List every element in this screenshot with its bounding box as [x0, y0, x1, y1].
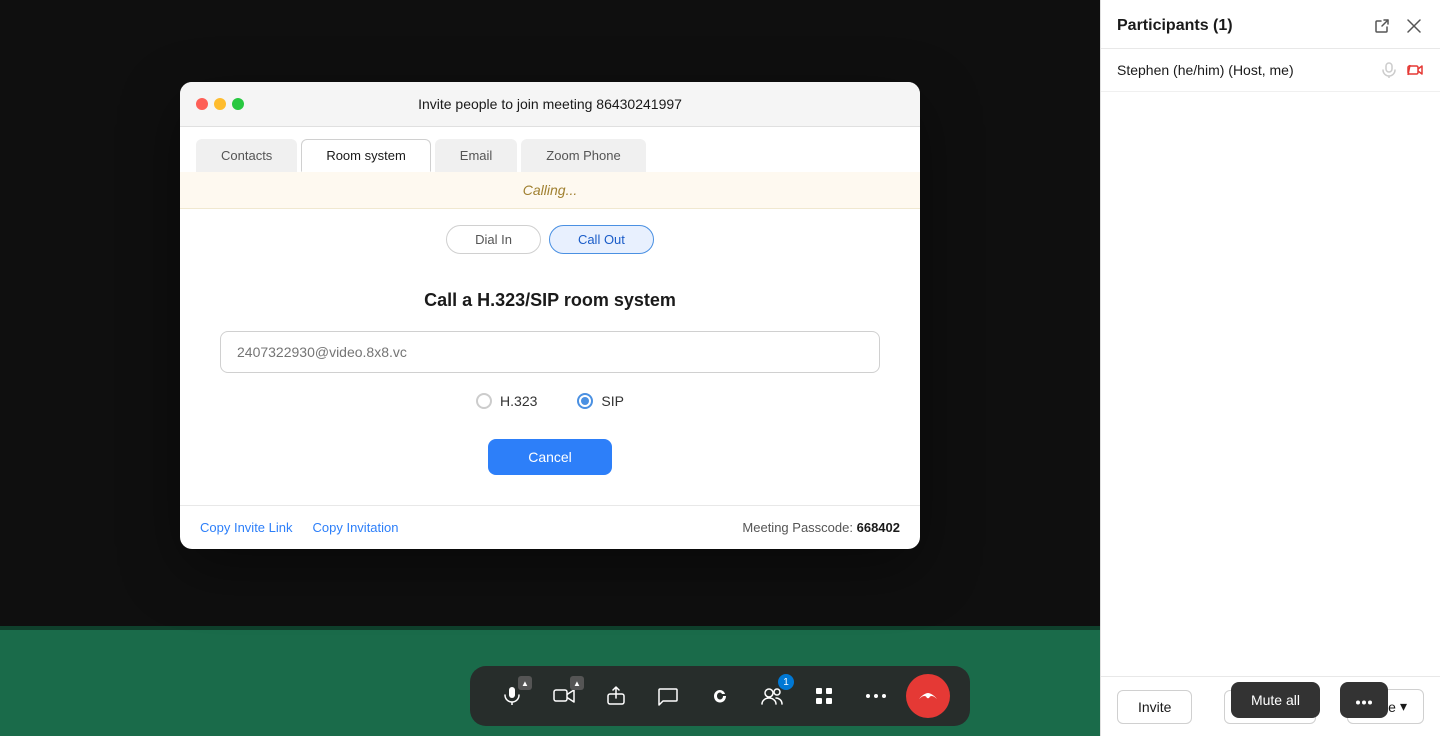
apps-btn[interactable] [802, 674, 846, 718]
copy-invite-link[interactable]: Copy Invite Link [200, 520, 293, 535]
tab-contacts[interactable]: Contacts [196, 139, 297, 172]
minimize-traffic-light[interactable] [214, 98, 226, 110]
panel-header-icons [1372, 16, 1424, 36]
invite-button[interactable]: Invite [1117, 690, 1192, 724]
panel-header: Participants (1) [1101, 0, 1440, 49]
traffic-lights [196, 98, 244, 110]
modal-body: Call a H.323/SIP room system H.323 SIP C… [180, 270, 920, 505]
participant-name: Stephen (he/him) (Host, me) [1117, 62, 1294, 78]
share-btn[interactable] [594, 674, 638, 718]
tab-room-system[interactable]: Room system [301, 139, 430, 172]
chat-btn[interactable] [646, 674, 690, 718]
more-horiz-btn[interactable] [854, 674, 898, 718]
maximize-traffic-light[interactable] [232, 98, 244, 110]
mute-btn[interactable]: ▲ [490, 674, 534, 718]
close-traffic-light[interactable] [196, 98, 208, 110]
modal-footer: Copy Invite Link Copy Invitation Meeting… [180, 505, 920, 549]
participant-item: Stephen (he/him) (Host, me) [1101, 49, 1440, 92]
radio-group: H.323 SIP [476, 393, 624, 409]
end-call-btn[interactable] [906, 674, 950, 718]
invite-modal: Invite people to join meeting 8643024199… [180, 82, 920, 549]
more-bottom-btn[interactable] [1340, 682, 1388, 718]
modal-titlebar: Invite people to join meeting 8643024199… [180, 82, 920, 127]
copy-invitation[interactable]: Copy Invitation [313, 520, 399, 535]
calling-banner: Calling... [180, 172, 920, 209]
modal-overlay: Invite people to join meeting 8643024199… [0, 0, 1100, 630]
modal-title: Invite people to join meeting 8643024199… [418, 96, 682, 112]
sip-address-input[interactable] [220, 331, 880, 373]
chevron-down-icon: ▾ [1400, 698, 1407, 715]
close-panel-icon[interactable] [1404, 16, 1424, 36]
panel-title: Participants (1) [1117, 17, 1233, 35]
radio-h323[interactable]: H.323 [476, 393, 537, 409]
modal-tabs: Contacts Room system Email Zoom Phone [180, 127, 920, 172]
cancel-button[interactable]: Cancel [488, 439, 612, 475]
video-btn[interactable]: ▲ [542, 674, 586, 718]
participants-panel: Participants (1) Stephen (he/him) (Host,… [1100, 0, 1440, 736]
participant-icons [1380, 61, 1424, 79]
tab-email[interactable]: Email [435, 139, 518, 172]
participants-badge: 1 [778, 674, 794, 690]
sub-tab-call-out[interactable]: Call Out [549, 225, 654, 254]
passcode-value: 668402 [857, 520, 900, 535]
radio-sip[interactable]: SIP [577, 393, 624, 409]
mute-arrow[interactable]: ▲ [518, 676, 532, 690]
reactions-btn[interactable] [698, 674, 742, 718]
participant-mic-icon [1380, 61, 1398, 79]
mute-all-bottom-btn[interactable]: Mute all [1231, 682, 1320, 718]
tab-zoom-phone[interactable]: Zoom Phone [521, 139, 645, 172]
external-link-icon[interactable] [1372, 16, 1392, 36]
sub-tab-dial-in[interactable]: Dial In [446, 225, 541, 254]
radio-circle-sip [577, 393, 593, 409]
sub-tabs: Dial In Call Out [180, 209, 920, 270]
passcode-section: Meeting Passcode: 668402 [742, 520, 900, 535]
video-arrow[interactable]: ▲ [570, 676, 584, 690]
participant-video-icon [1406, 61, 1424, 79]
footer-links: Copy Invite Link Copy Invitation [200, 520, 399, 535]
radio-circle-h323 [476, 393, 492, 409]
bottom-toolbar: ▲ ▲ 1 [470, 666, 970, 726]
participants-btn[interactable]: 1 [750, 674, 794, 718]
section-title: Call a H.323/SIP room system [424, 290, 676, 311]
